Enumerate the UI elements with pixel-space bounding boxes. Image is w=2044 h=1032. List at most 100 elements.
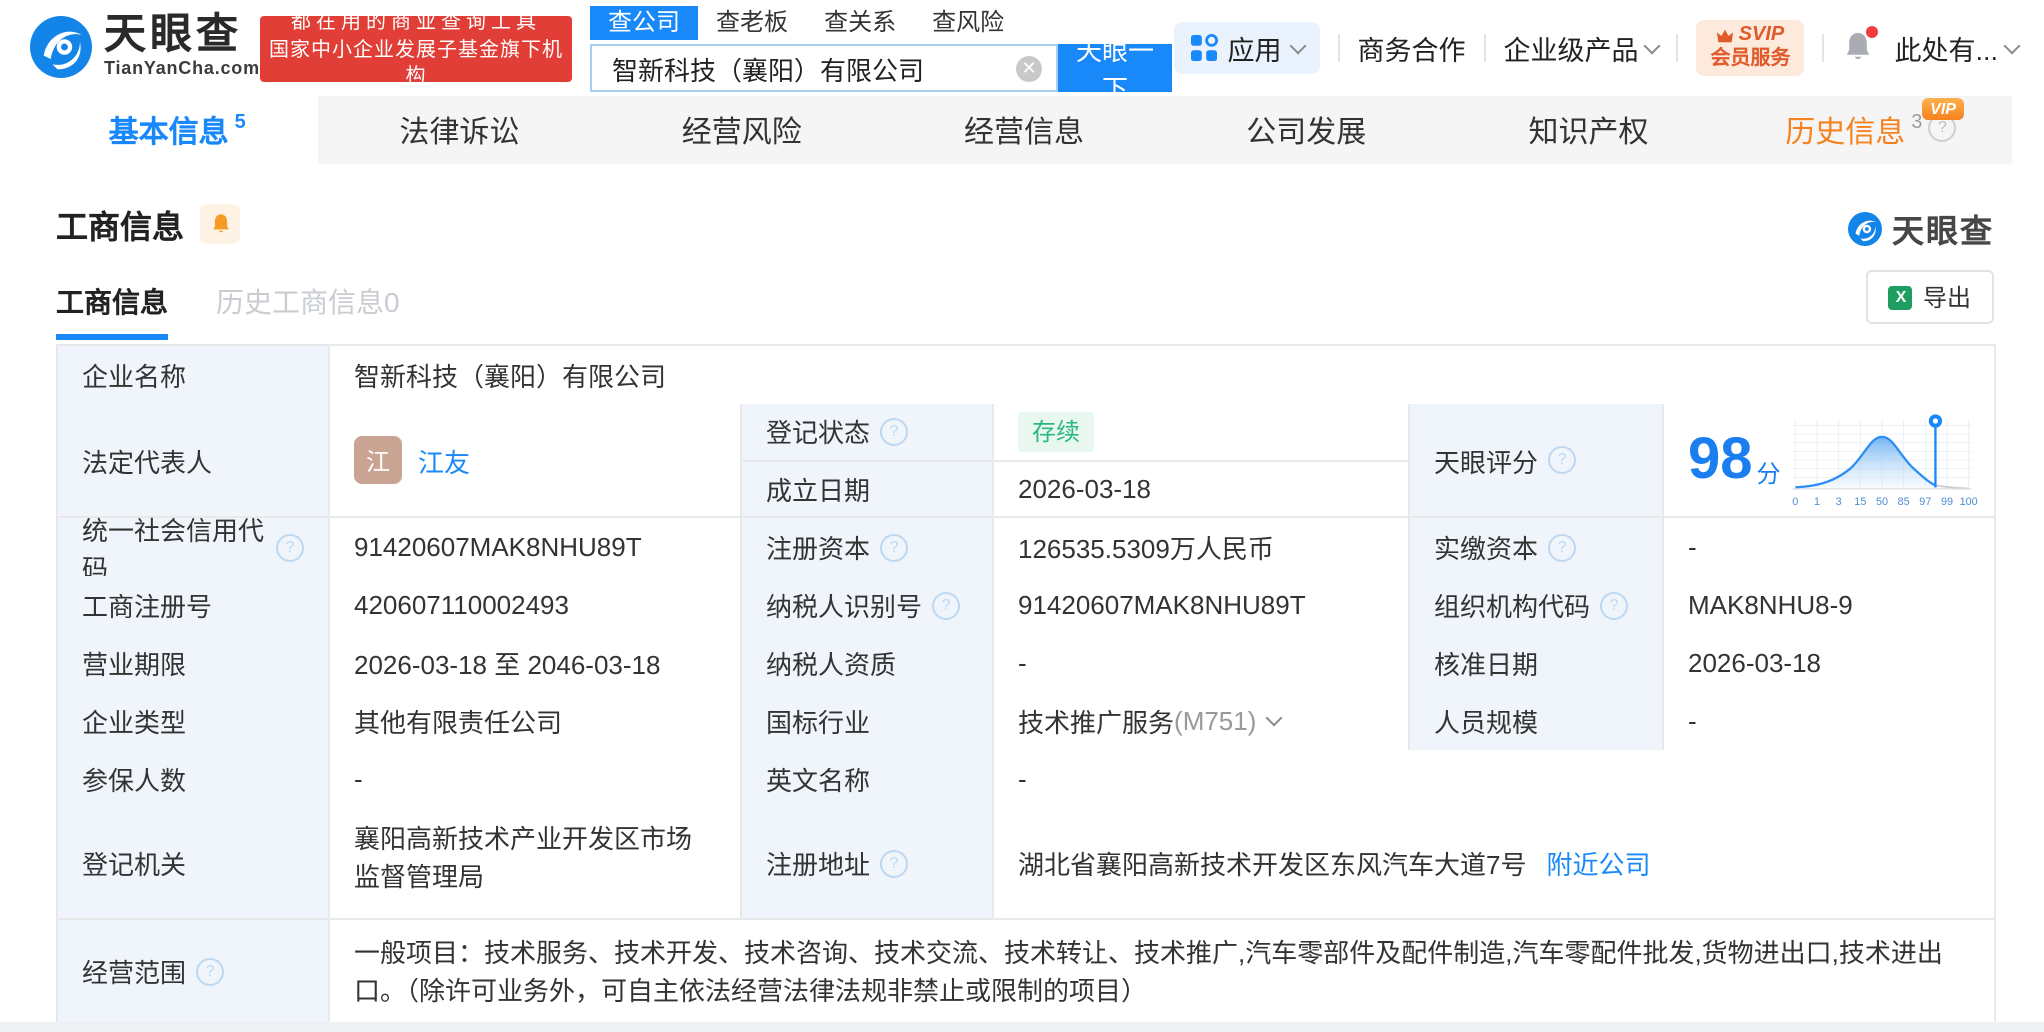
- apps-grid-icon: [1190, 34, 1218, 61]
- tab-operation-risk[interactable]: 经营风险: [601, 96, 883, 164]
- table-row: 法定代表人 江 江友 登记状态 ? 存续 成立日期 2026-03-18 天眼评…: [58, 404, 1994, 518]
- label-business-scope: 经营范围 ?: [58, 920, 330, 1022]
- nearby-companies-link[interactable]: 附近公司: [1546, 844, 1650, 882]
- value-company-name: 智新科技（襄阳）有限公司: [330, 346, 1994, 404]
- label-company-type: 企业类型: [58, 692, 330, 750]
- help-icon[interactable]: ?: [276, 533, 304, 561]
- apps-menu[interactable]: 应用: [1173, 22, 1320, 74]
- svip-membership-button[interactable]: SVIP 会员服务: [1696, 20, 1805, 76]
- tab-label: 法律诉讼: [399, 115, 520, 149]
- label-text: 纳税人识别号: [766, 592, 923, 622]
- tab-basic-info-count: 5: [234, 111, 246, 133]
- search-tab-relation[interactable]: 查关系: [806, 6, 914, 40]
- bell-icon: [212, 214, 228, 233]
- value-approval-date: 2026-03-18: [1664, 634, 1994, 692]
- subtab-business-info[interactable]: 工商信息: [56, 282, 168, 340]
- help-icon[interactable]: ?: [880, 533, 909, 561]
- chevron-down-icon: [1643, 36, 1661, 54]
- company-section-tabs: 基本信息 5 法律诉讼 经营风险 经营信息 公司发展 知识产权 历史信息 3 ?…: [36, 96, 2012, 164]
- svg-text:97: 97: [1919, 496, 1931, 508]
- excel-icon: X: [1888, 285, 1913, 309]
- nav-business-cooperation[interactable]: 商务合作: [1357, 28, 1465, 68]
- value-insured-count: -: [330, 750, 742, 808]
- label-insured-count: 参保人数: [58, 750, 330, 808]
- help-icon[interactable]: ?: [932, 591, 961, 619]
- chevron-down-icon: [1288, 36, 1306, 54]
- user-account-menu[interactable]: 此处有...: [1894, 28, 2021, 68]
- search-tab-risk[interactable]: 查风险: [914, 6, 1022, 40]
- brand-domain: TianYanCha.com: [104, 58, 260, 78]
- label-text: 注册地址: [766, 850, 871, 880]
- value-national-industry[interactable]: 技术推广服务 (M751): [994, 692, 1410, 750]
- section-header: 工商信息: [56, 200, 241, 248]
- nav-enterprise-label: 企业级产品: [1503, 36, 1639, 66]
- tab-operation-info[interactable]: 经营信息: [883, 96, 1165, 164]
- value-taxpayer-id: 91420607MAK8NHU89T: [994, 576, 1410, 634]
- divider: [1337, 34, 1340, 62]
- tianyancha-logo[interactable]: 天眼查 TianYanCha.com: [30, 13, 260, 78]
- search-tab-boss[interactable]: 查老板: [698, 6, 806, 40]
- label-text: 经营范围: [82, 958, 187, 988]
- monitor-bell-button[interactable]: [200, 204, 241, 244]
- value-business-term: 2026-03-18 至 2046-03-18: [330, 634, 742, 692]
- divider: [1483, 34, 1486, 62]
- help-icon[interactable]: ?: [1600, 591, 1629, 619]
- help-icon[interactable]: ?: [880, 417, 909, 446]
- tab-company-development[interactable]: 公司发展: [1165, 96, 1447, 164]
- value-registration-number: 420607110002493: [330, 576, 742, 634]
- nav-enterprise-products[interactable]: 企业级产品: [1503, 28, 1661, 68]
- svg-text:100: 100: [1960, 496, 1978, 508]
- help-icon[interactable]: ?: [1548, 446, 1577, 474]
- svg-text:3: 3: [1836, 496, 1842, 508]
- tab-history-count: 3: [1911, 111, 1923, 133]
- subtab-history-business-info[interactable]: 历史工商信息0: [216, 282, 400, 340]
- tab-basic-info[interactable]: 基本信息 5: [36, 96, 319, 164]
- value-staff-size: -: [1664, 692, 1994, 750]
- value-tianyan-score: 98 分 0 1 3 15 50 85 97 99 100: [1664, 404, 1994, 516]
- search-input-wrap: ✕: [590, 44, 1058, 92]
- svg-text:85: 85: [1898, 496, 1910, 508]
- label-org-code: 组织机构代码 ?: [1410, 576, 1664, 634]
- top-bar: 天眼查 TianYanCha.com 都在用的商业查询工具 国家中小企业发展子基…: [0, 0, 2044, 104]
- tab-intellectual-property[interactable]: 知识产权: [1447, 96, 1729, 164]
- search-input[interactable]: [608, 51, 1016, 85]
- search-box: 查公司 查老板 查关系 查风险 ✕ 天眼一下: [590, 6, 1172, 104]
- value-registered-capital: 126535.5309万人民币: [994, 518, 1410, 576]
- export-button[interactable]: X 导出: [1866, 270, 1994, 324]
- label-business-term: 营业期限: [58, 634, 330, 692]
- tab-history-info[interactable]: 历史信息 3 ? VIP: [1730, 96, 2012, 164]
- search-tab-company[interactable]: 查公司: [590, 6, 699, 40]
- search-button[interactable]: 天眼一下: [1058, 36, 1172, 104]
- label-credit-code: 统一社会信用代码 ?: [58, 515, 330, 583]
- clear-search-icon[interactable]: ✕: [1016, 56, 1042, 82]
- label-establish-date: 成立日期: [742, 461, 994, 516]
- label-text: 天眼评分: [1434, 447, 1539, 477]
- value-org-code: MAK8NHU8-9: [1664, 576, 1994, 634]
- label-taxpayer-id: 纳税人识别号 ?: [742, 576, 994, 634]
- help-icon[interactable]: ?: [196, 957, 225, 985]
- label-taxpayer-qualification: 纳税人资质: [742, 634, 994, 692]
- crown-icon: [1717, 29, 1734, 43]
- svg-text:1: 1: [1814, 496, 1820, 508]
- value-paid-capital: -: [1664, 518, 1994, 576]
- value-registered-address: 湖北省襄阳高新技术开发区东风汽车大道7号 附近公司: [994, 808, 1994, 918]
- help-icon[interactable]: ?: [880, 849, 909, 877]
- help-icon[interactable]: ?: [1548, 533, 1577, 561]
- value-credit-code: 91420607MAK8NHU89T: [330, 518, 742, 576]
- divider: [1822, 34, 1825, 62]
- top-right-nav: 应用 商务合作 企业级产品 SVIP 会员服务 此处有...: [1173, 0, 2021, 96]
- tianyancha-logo-icon: [30, 15, 92, 77]
- chevron-down-icon: [1265, 709, 1283, 727]
- label-text: 实缴资本: [1434, 534, 1539, 564]
- label-text: 组织机构代码: [1434, 592, 1591, 622]
- score-distribution-chart: 0 1 3 15 50 85 97 99 100: [1792, 414, 1978, 508]
- notifications-bell[interactable]: [1842, 26, 1879, 66]
- export-label: 导出: [1922, 284, 1971, 312]
- label-registered-capital: 注册资本 ?: [742, 518, 994, 576]
- label-text: 统一社会信用代码: [82, 515, 265, 583]
- address-text: 湖北省襄阳高新技术开发区东风汽车大道7号: [1018, 850, 1527, 880]
- tab-legal-litigation[interactable]: 法律诉讼: [318, 96, 600, 164]
- vip-badge: VIP: [1922, 98, 1964, 120]
- legal-representative-link[interactable]: 江友: [418, 441, 470, 479]
- industry-code: (M751): [1174, 706, 1257, 736]
